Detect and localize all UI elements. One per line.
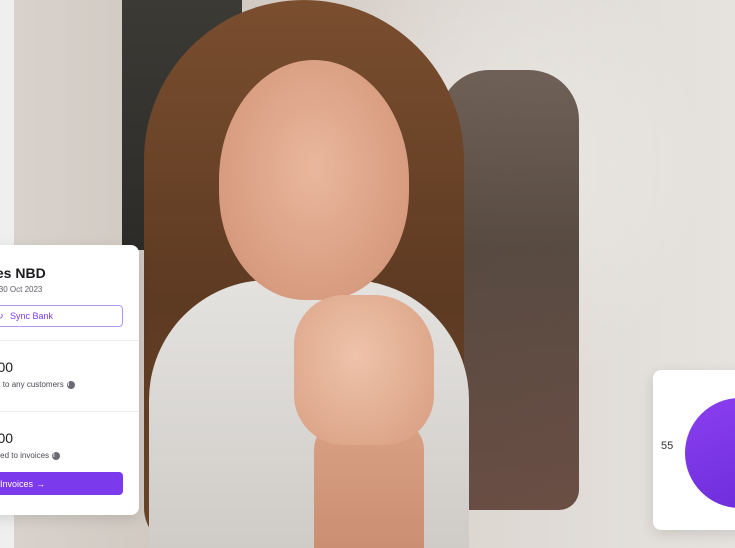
allocate-button-label: ate to Invoices <box>0 478 34 489</box>
unallocated-caption-text: allocated to invoices <box>0 451 50 460</box>
chart-value-label: 55 <box>661 440 674 452</box>
bank-name: rates NBD <box>0 265 46 281</box>
photo-person-fist <box>294 295 434 445</box>
chart-donut <box>685 398 735 508</box>
info-icon[interactable]: i <box>66 380 75 389</box>
unallocated-amount: 00.00 <box>0 430 14 446</box>
photo-person-face <box>219 60 409 300</box>
unassigned-amount: 00.00 <box>0 359 14 375</box>
chart-card: 55 <box>653 370 735 530</box>
last-sync-info: nc on 30 Oct 2023 <box>0 285 43 294</box>
sync-bank-button-label: Sync Bank <box>10 311 54 321</box>
sync-icon: ↻ <box>0 311 4 322</box>
allocate-to-invoices-button[interactable]: ate to Invoices → <box>0 472 123 495</box>
divider <box>0 411 139 412</box>
bank-account-card: rates NBD nc on 30 Oct 2023 ↻ Sync Bank … <box>0 245 139 515</box>
sync-bank-button[interactable]: ↻ Sync Bank <box>0 305 123 327</box>
unassigned-caption-text: signed to any customers <box>0 380 64 389</box>
unassigned-caption: signed to any customers i <box>0 380 75 389</box>
unallocated-caption: allocated to invoices i <box>0 451 61 460</box>
arrow-right-icon: → <box>36 478 46 489</box>
info-icon[interactable]: i <box>52 451 61 460</box>
divider <box>0 340 139 341</box>
